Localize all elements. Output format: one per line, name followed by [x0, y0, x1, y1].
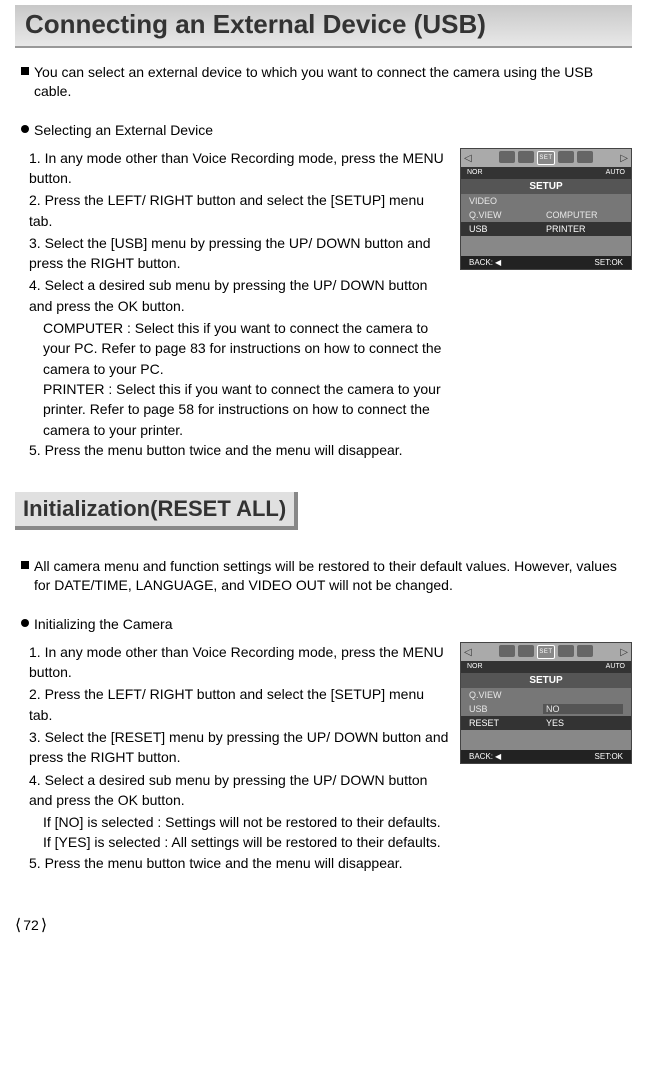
camera-screen-reset: ◁ SET ▷ NOR AUTO SETUP Q.VIEW	[460, 642, 632, 764]
menu-icon	[499, 151, 515, 163]
nor-label: NOR	[467, 663, 483, 670]
s1-step2: 2. Press the LEFT/ RIGHT button and sele…	[29, 190, 450, 231]
menu-row-reset: RESET YES	[461, 716, 631, 730]
intro-usb: You can select an external device to whi…	[21, 63, 632, 101]
s1-step5: 5. Press the menu button twice and the m…	[29, 440, 450, 460]
angle-right-icon: ⟩	[41, 915, 47, 935]
back-label: BACK:	[469, 258, 493, 267]
s2-yes: If [YES] is selected : All settings will…	[43, 832, 450, 852]
nor-label: NOR	[467, 169, 483, 176]
menu-row-qview: Q.VIEW COMPUTER	[461, 208, 631, 222]
intro-reset: All camera menu and function settings wi…	[21, 557, 632, 595]
menu-row-usb: USB PRINTER	[461, 222, 631, 236]
bullet-icon	[21, 125, 29, 133]
s1-printer: PRINTER : Select this if you want to con…	[43, 379, 450, 440]
s2-step3: 3. Select the [RESET] menu by pressing t…	[29, 727, 450, 768]
left-arrow-icon: ◁	[464, 647, 472, 658]
setup-header: SETUP	[461, 179, 631, 194]
setok-label: SET:OK	[595, 258, 623, 267]
back-label: BACK:	[469, 752, 493, 761]
bullet-icon	[21, 561, 29, 569]
main-title: Connecting an External Device (USB)	[25, 9, 622, 40]
s1-computer: COMPUTER : Select this if you want to co…	[43, 318, 450, 379]
section1-heading: Selecting an External Device	[21, 121, 632, 140]
menu-icon	[558, 645, 574, 657]
s2-step4: 4. Select a desired sub menu by pressing…	[29, 770, 450, 811]
camera-screen-usb: ◁ SET ▷ NOR AUTO SETUP VIDEO	[460, 148, 632, 270]
page-number: ⟨ 72 ⟩	[15, 915, 632, 935]
menu-icon	[577, 151, 593, 163]
section1-head-text: Selecting an External Device	[34, 121, 213, 140]
intro2-text: All camera menu and function settings wi…	[34, 557, 632, 595]
section2-head-text: Initializing the Camera	[34, 615, 173, 634]
bullet-icon	[21, 619, 29, 627]
right-arrow-icon: ▷	[620, 647, 628, 658]
back-arrow-icon: ◀	[495, 752, 501, 761]
set-tab-icon: SET	[537, 151, 555, 165]
subtitle-bar: Initialization(RESET ALL)	[15, 492, 298, 530]
auto-label: AUTO	[606, 169, 625, 176]
s1-step4: 4. Select a desired sub menu by pressing…	[29, 275, 450, 316]
menu-icon	[577, 645, 593, 657]
bullet-icon	[21, 67, 29, 75]
left-arrow-icon: ◁	[464, 153, 472, 164]
s2-no: If [NO] is selected : Settings will not …	[43, 812, 450, 832]
main-title-bar: Connecting an External Device (USB)	[15, 5, 632, 48]
set-tab-icon: SET	[537, 645, 555, 659]
s2-step5: 5. Press the menu button twice and the m…	[29, 853, 450, 873]
subtitle: Initialization(RESET ALL)	[23, 496, 286, 522]
page-num-value: 72	[23, 917, 39, 933]
auto-label: AUTO	[606, 663, 625, 670]
menu-row-video: VIDEO	[461, 194, 631, 208]
angle-left-icon: ⟨	[15, 915, 21, 935]
s1-step1: 1. In any mode other than Voice Recordin…	[29, 148, 450, 189]
intro-text: You can select an external device to whi…	[34, 63, 632, 101]
menu-icon	[558, 151, 574, 163]
menu-row-usb: USB NO	[461, 702, 631, 716]
back-arrow-icon: ◀	[495, 258, 501, 267]
right-arrow-icon: ▷	[620, 153, 628, 164]
menu-icon	[499, 645, 515, 657]
s2-step2: 2. Press the LEFT/ RIGHT button and sele…	[29, 684, 450, 725]
setup-header: SETUP	[461, 673, 631, 688]
s2-step1: 1. In any mode other than Voice Recordin…	[29, 642, 450, 683]
section2-heading: Initializing the Camera	[21, 615, 632, 634]
menu-row-qview: Q.VIEW	[461, 688, 631, 702]
s1-step3: 3. Select the [USB] menu by pressing the…	[29, 233, 450, 274]
menu-icon	[518, 645, 534, 657]
setok-label: SET:OK	[595, 752, 623, 761]
menu-icon	[518, 151, 534, 163]
